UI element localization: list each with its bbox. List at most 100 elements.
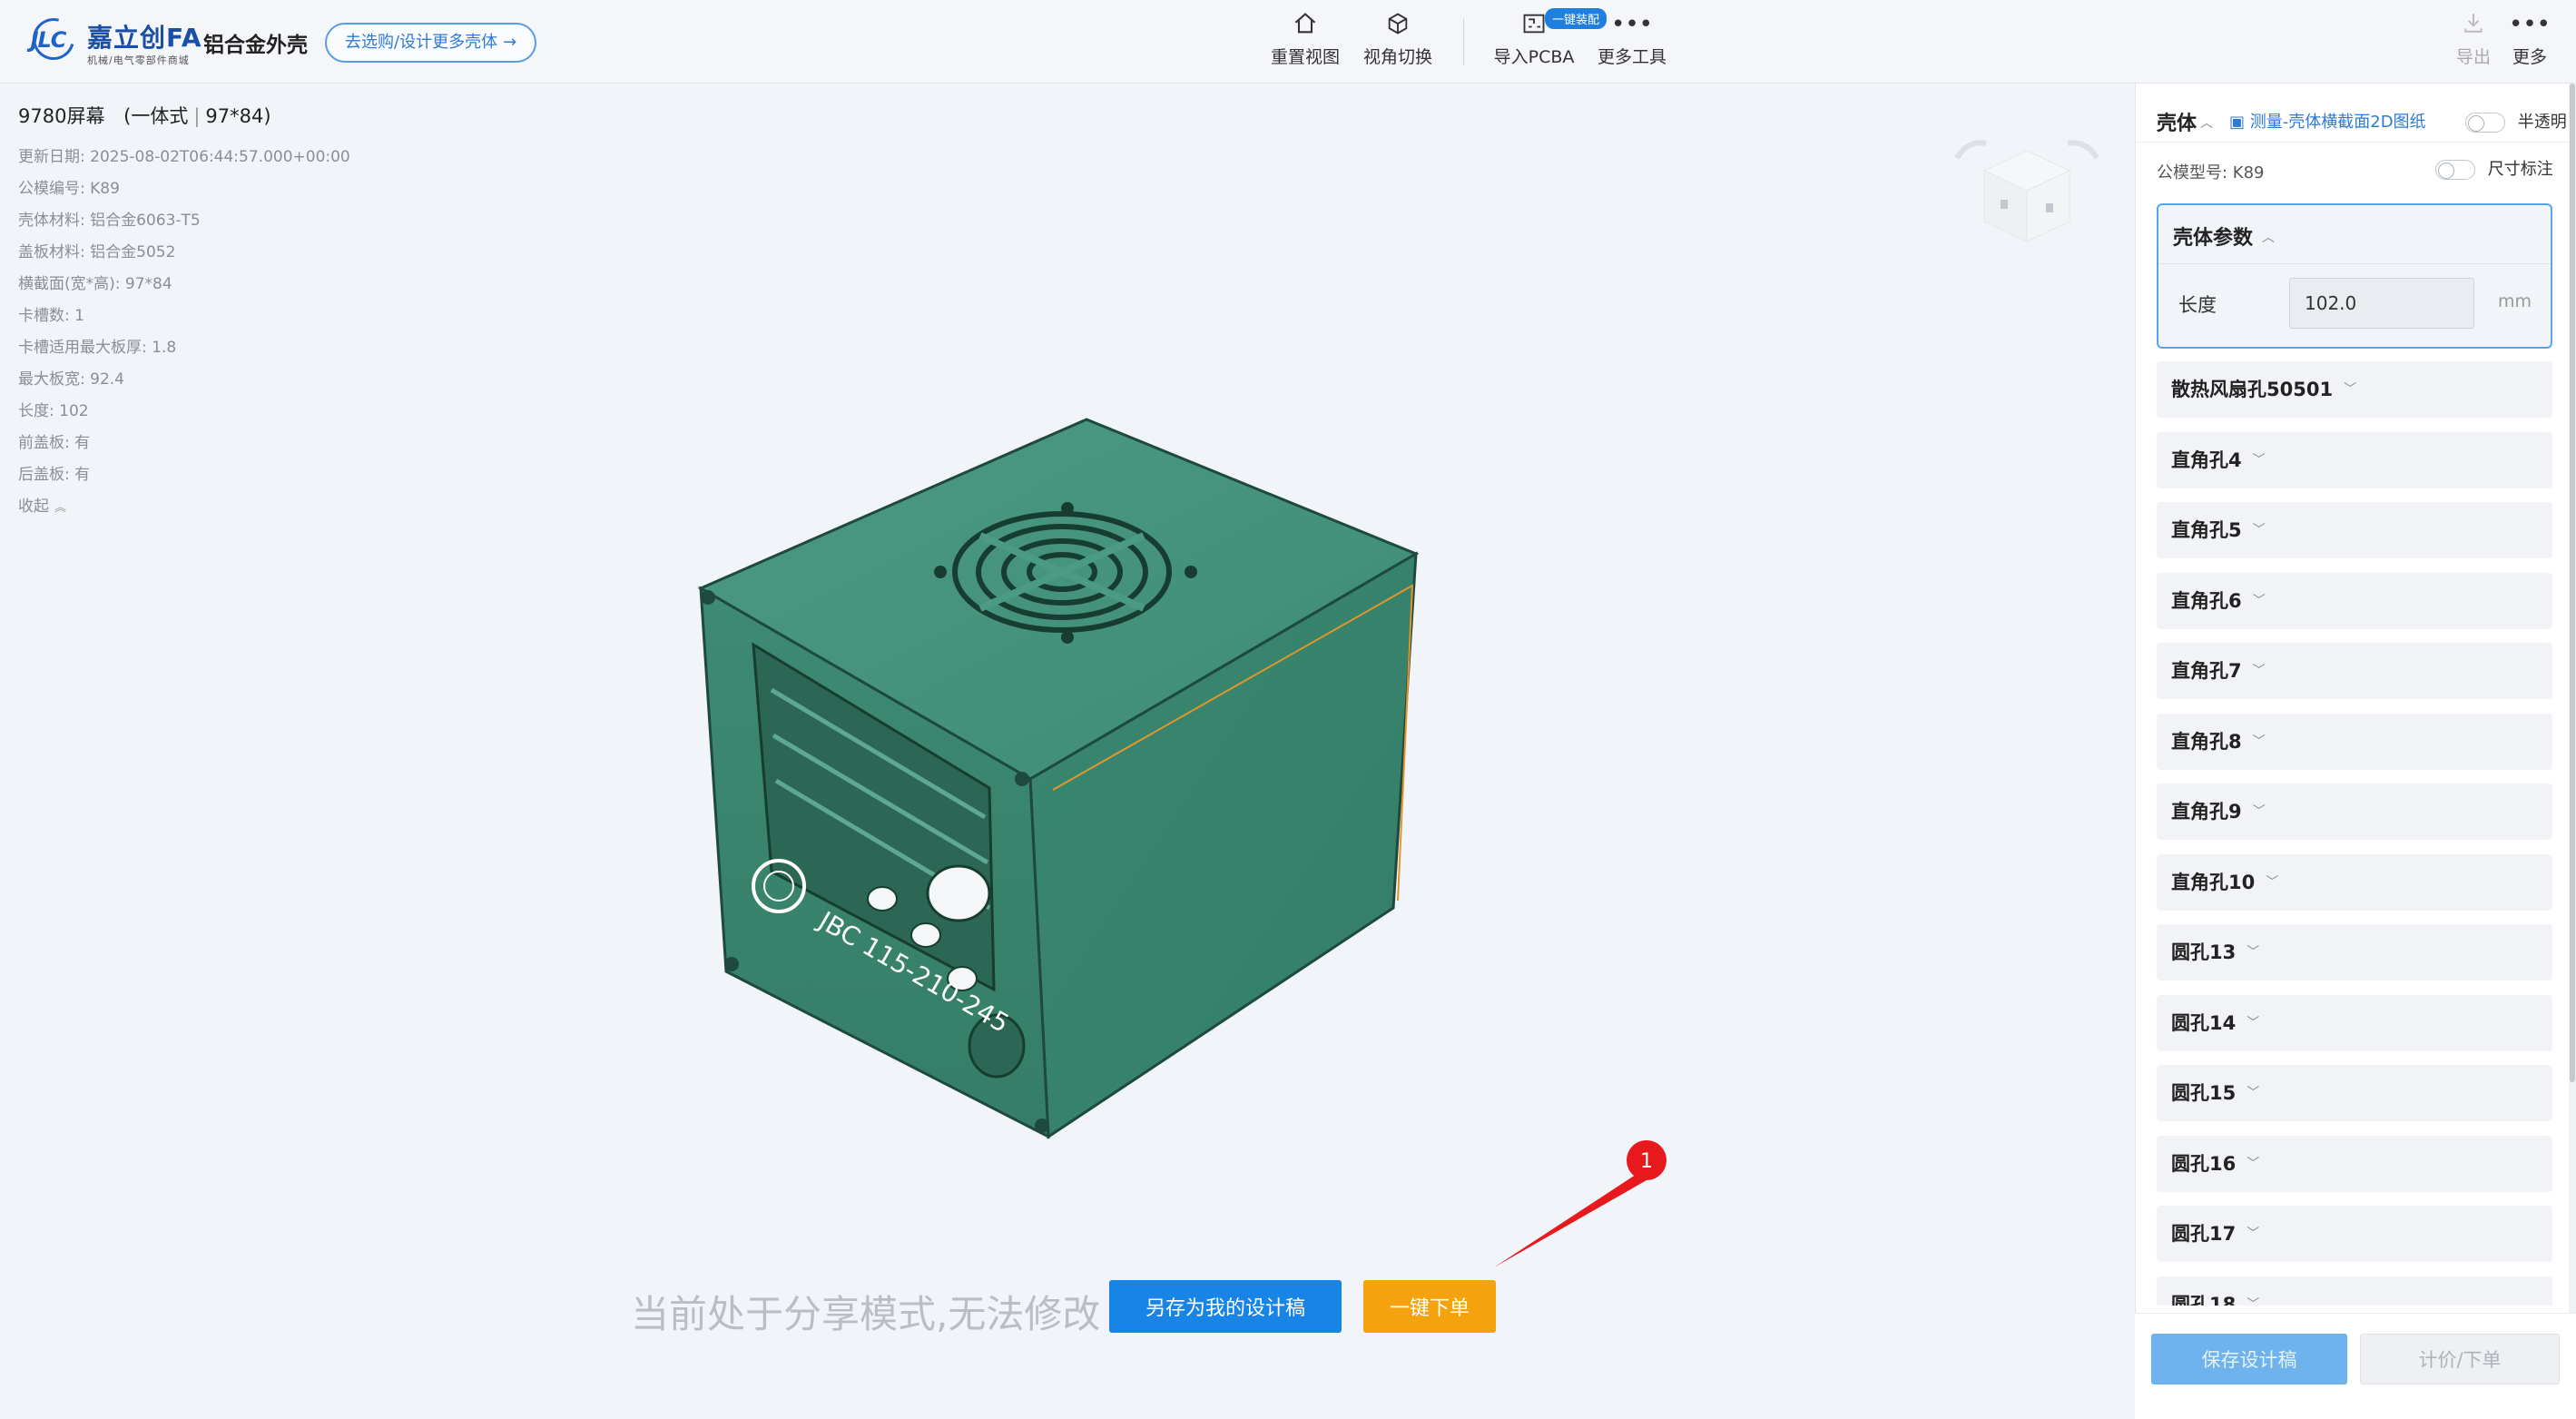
arrow-right-icon: → [503,33,517,52]
chevron-down-icon: ﹀ [2252,734,2266,749]
view-switch-label: 视角切换 [1362,47,1432,67]
save-design-button[interactable]: 保存设计稿 [2151,1334,2347,1385]
chevron-down-icon: ﹀ [2266,874,2279,890]
chevron-up-icon: ︿ [2262,231,2276,245]
chevron-down-icon: ﹀ [2252,593,2266,608]
rotate-right-arrow-icon[interactable] [2067,140,2099,160]
chevron-down-icon: ﹀ [2252,804,2266,819]
chevron-down-icon: ﹀ [2252,452,2266,468]
toggle-switch[interactable] [2465,113,2505,133]
view-switch-button[interactable]: 视角切换 [1362,11,1434,68]
screw-hole [701,590,715,605]
info-cover-material: 盖板材料: 铝合金5052 [18,243,176,261]
export-label: 导出 [2455,47,2491,67]
accordion-item[interactable]: 圆孔16 ﹀ [2157,1135,2552,1192]
accordion-label: 直角孔8 [2171,730,2242,753]
chevron-down-icon: ﹀ [2247,1015,2260,1030]
accordion-item[interactable]: 圆孔18 ﹀ [2157,1276,2552,1306]
info-update-date: 更新日期: 2025-08-02T06:44:57.000+00:00 [18,148,350,166]
measure-drawing-link[interactable]: ▣ 测量-壳体横截面2D图纸 [2229,109,2426,133]
dimension-label-toggle[interactable]: 尺寸标注 [2435,156,2553,180]
info-cross-section: 横截面(宽*高): 97*84 [18,275,172,293]
right-config-panel: 壳体 ︿ ▣ 测量-壳体横截面2D图纸 半透明 公模型号: K89 尺寸标注 壳体… [2135,84,2576,1419]
accordion-item[interactable]: 圆孔15 ﹀ [2157,1065,2552,1121]
home-icon [1269,11,1342,38]
accordion-item[interactable]: 直角孔9 ﹀ [2157,783,2552,840]
chevron-up-icon: ︽ [54,501,67,515]
price-order-button[interactable]: 计价/下单 [2360,1334,2560,1385]
export-button[interactable]: 导出 [2451,11,2496,68]
accordion-label: 圆孔13 [2171,941,2237,963]
cube-face-mark [2001,200,2008,209]
accordion-item[interactable]: 直角孔10 ﹀ [2157,853,2552,911]
info-max-board-thickness: 卡槽适用最大板厚: 1.8 [18,339,177,357]
panel-title[interactable]: 壳体 ︿ [2157,107,2213,136]
info-max-board-width: 最大板宽: 92.4 [18,370,124,389]
product-title: 铝合金外壳 [203,34,308,57]
feature-accordion-list: 散热风扇孔50501 ﹀ 直角孔4 ﹀ 直角孔5 ﹀ 直角孔6 ﹀ 直角孔7 ﹀ 直角孔8… [2157,361,2552,1306]
dots-icon: ••• [2508,11,2551,38]
product-name-text: 9780屏幕 [18,105,105,127]
info-slot-count: 卡槽数: 1 [18,307,84,325]
accordion-item[interactable]: 直角孔4 ﹀ [2157,431,2552,488]
3d-enclosure-model[interactable]: JBC 115-210-245 [635,399,1452,1162]
accordion-item[interactable]: 圆孔14 ﹀ [2157,994,2552,1051]
logo-mark: JLC [20,18,76,62]
accordion-label: 直角孔4 [2171,448,2242,471]
semi-transparent-label: 半透明 [2517,113,2567,132]
accordion-item[interactable]: 直角孔6 ﹀ [2157,572,2552,629]
one-click-order-button[interactable]: 一键下单 [1363,1280,1496,1333]
accordion-item[interactable]: 散热风扇孔50501 ﹀ [2157,361,2552,418]
semi-transparent-toggle[interactable]: 半透明 [2465,109,2567,133]
collapse-toggle[interactable]: 收起 ︽ [18,493,418,516]
accordion-item[interactable]: 直角孔7 ﹀ [2157,643,2552,699]
length-input[interactable] [2289,278,2474,329]
more-button[interactable]: ••• 更多 [2507,11,2552,68]
chevron-down-icon: ﹀ [2247,1086,2260,1100]
collapse-label: 收起 [18,498,49,516]
round-hole-large [926,864,991,922]
info-front-cover: 前盖板: 有 [18,434,91,452]
accordion-item[interactable]: 直角孔8 ﹀ [2157,713,2552,770]
save-as-my-design-button[interactable]: 另存为我的设计稿 [1109,1280,1342,1333]
import-pcba-label: 导入PCBA [1493,47,1575,67]
shop-more-label: 去选购/设计更多壳体 [345,33,498,52]
accordion-label: 散热风扇孔50501 [2171,379,2334,400]
product-size: 97*84) [205,105,271,127]
reset-view-button[interactable]: 重置视图 [1269,11,1342,68]
scrollbar-thumb[interactable] [2570,84,2575,1082]
round-hole-small [867,886,898,912]
accordion-label: 圆孔15 [2171,1082,2237,1104]
chevron-down-icon: ﹀ [2252,523,2266,537]
title-separator: | [193,105,201,127]
logo[interactable]: JLC 嘉立创FA 机械/电气零部件商城 [20,15,202,67]
shell-params-header[interactable]: 壳体参数 ︿ [2173,222,2275,251]
screw-hole [1015,772,1029,786]
chevron-up-icon: ︿ [2200,116,2214,131]
panel-scrollbar[interactable] [2569,84,2576,1327]
dots-icon: ••• [1610,11,1653,38]
view-cube-gizmo[interactable] [1950,131,2104,267]
accordion-label: 直角孔7 [2171,660,2242,682]
annotation-number: 1 [1640,1150,1653,1173]
download-icon [2451,11,2496,38]
shop-more-link[interactable]: 去选购/设计更多壳体 → [325,23,537,63]
product-type: (一体式 [123,105,189,127]
accordion-item[interactable]: 圆孔17 ﹀ [2157,1206,2552,1262]
accordion-label: 圆孔14 [2171,1011,2237,1034]
screw-hole [1035,1118,1049,1133]
accordion-item[interactable]: 直角孔5 ﹀ [2157,502,2552,558]
toggle-switch[interactable] [2435,160,2475,180]
info-back-cover: 后盖板: 有 [18,466,91,484]
chevron-down-icon: ﹀ [2344,382,2357,397]
model-number: 公模型号: K89 [2157,163,2265,182]
panel-divider [2136,142,2576,143]
accordion-label: 直角孔6 [2171,589,2242,612]
product-name: 9780屏幕 (一体式 | 97*84) [18,102,418,129]
accordion-item[interactable]: 圆孔13 ﹀ [2157,924,2552,980]
shell-params-section: 壳体参数 ︿ 长度 mm [2157,203,2552,349]
panel-header: 壳体 ︿ ▣ 测量-壳体横截面2D图纸 半透明 [2157,103,2567,136]
more-tools-label: 更多工具 [1597,47,1667,67]
rotate-left-arrow-icon[interactable] [1954,140,1987,160]
more-tools-button[interactable]: ••• 更多工具 [1594,11,1670,68]
